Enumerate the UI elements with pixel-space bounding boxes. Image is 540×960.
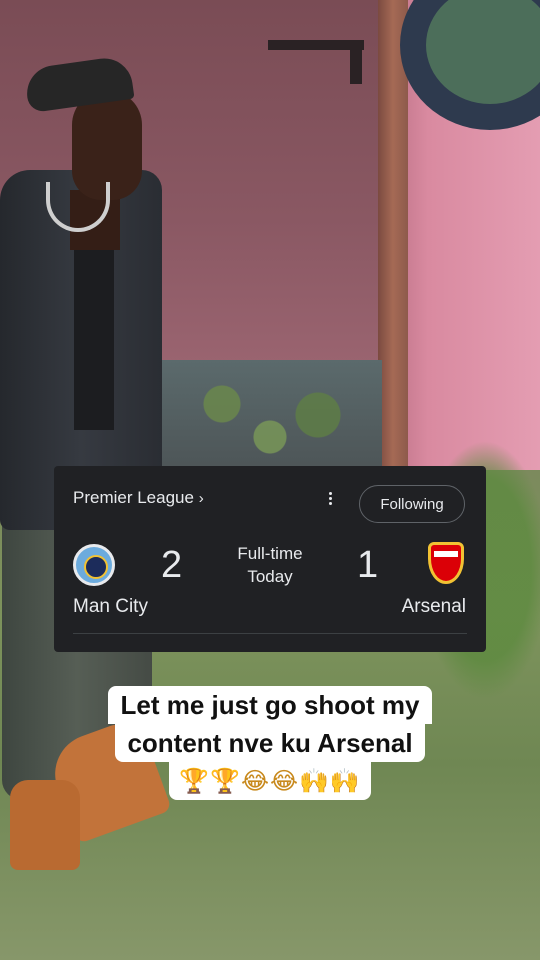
match-score-card[interactable]: Premier League › Following 2 Full-time T… [54,466,486,652]
caption-line-2: content nve ku Arsenal [115,724,425,762]
away-team-name: Arsenal [401,596,466,617]
chevron-right-icon: › [198,490,204,507]
arsenal-crest-icon [428,542,464,584]
card-divider [73,633,467,634]
caption-emojis: 🏆🏆😂😂🙌🙌 [169,762,371,800]
status-label: Full-time [237,544,303,563]
league-name: Premier League [73,488,194,507]
person-shirt [74,250,114,430]
home-score: 2 [161,544,183,586]
wall-bracket-leg [350,40,362,84]
league-link[interactable]: Premier League › [73,488,204,508]
video-caption: Let me just go shoot my content nve ku A… [0,686,540,800]
caption-line-1: Let me just go shoot my [108,686,432,724]
following-button[interactable]: Following [359,485,465,523]
away-score: 1 [357,544,379,586]
home-team-name: Man City [73,596,148,617]
match-date: Today [247,567,293,586]
manchester-city-crest-icon [73,544,115,586]
match-status: Full-time Today [217,542,323,588]
more-vert-icon[interactable] [322,490,338,510]
